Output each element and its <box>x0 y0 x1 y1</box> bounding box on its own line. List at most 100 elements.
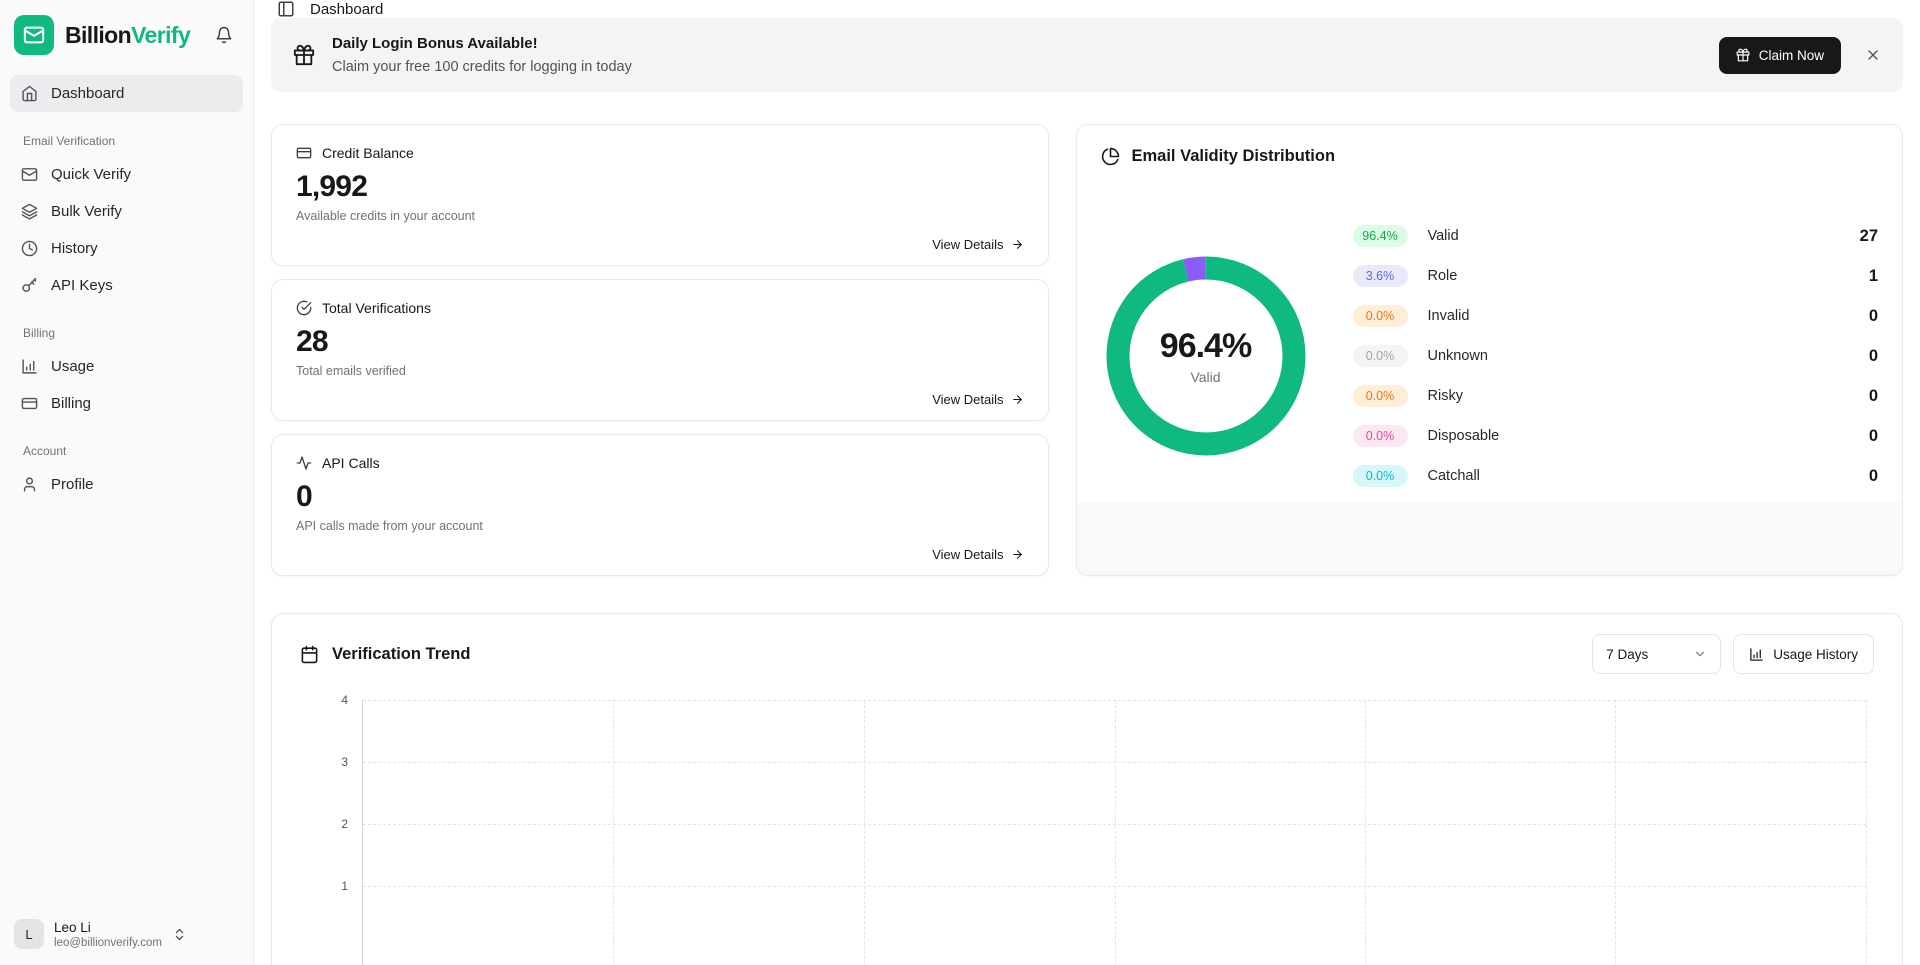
user-icon <box>21 476 38 493</box>
distribution-legend: 96.4% Valid 27 3.6% Role 1 0.0% Invalid <box>1353 216 1879 496</box>
sidebar-item-api-keys[interactable]: API Keys <box>10 267 243 304</box>
view-details-label: View Details <box>932 547 1003 562</box>
banner-subtitle: Claim your free 100 credits for logging … <box>332 59 632 75</box>
notifications-button[interactable] <box>215 26 233 44</box>
legend-row-valid: 96.4% Valid 27 <box>1353 216 1879 256</box>
breadcrumb: Dashboard <box>310 1 383 18</box>
api-calls-value: 0 <box>296 480 1024 514</box>
gridline <box>864 700 865 965</box>
legend-label: Valid <box>1428 228 1459 244</box>
total-verifications-card: Total Verifications 28 Total emails veri… <box>271 279 1049 421</box>
activity-icon <box>296 455 312 471</box>
sidebar-header: BillionVerify <box>0 0 253 65</box>
usage-history-button[interactable]: Usage History <box>1733 634 1874 674</box>
pie-chart-icon <box>1101 147 1120 166</box>
user-menu[interactable]: L Leo Li leo@billionverify.com <box>0 903 253 965</box>
sidebar-item-label: Dashboard <box>51 85 124 102</box>
sidebar-item-label: History <box>51 240 98 257</box>
stat-cards-column: Credit Balance 1,992 Available credits i… <box>271 124 1049 576</box>
trend-actions: 7 Days Usage History <box>1592 634 1874 674</box>
sidebar-item-bulk-verify[interactable]: Bulk Verify <box>10 193 243 230</box>
legend-pct-badge: 3.6% <box>1353 265 1408 287</box>
card-subtitle: API calls made from your account <box>296 519 1024 533</box>
view-details-label: View Details <box>932 392 1003 407</box>
y-axis-tick: 3 <box>300 755 348 769</box>
gridline <box>1866 700 1867 965</box>
check-circle-icon <box>296 300 312 316</box>
card-subtitle: Available credits in your account <box>296 209 1024 223</box>
card-header: Total Verifications <box>296 300 1024 316</box>
legend-row-risky: 0.0% Risky 0 <box>1353 376 1879 416</box>
sidebar-nav: Dashboard Email Verification Quick Verif… <box>0 65 253 503</box>
sidebar-item-label: Billing <box>51 395 91 412</box>
legend-count: 0 <box>1869 427 1878 446</box>
sidebar-section-billing: Billing <box>10 304 243 348</box>
legend-label: Risky <box>1428 388 1463 404</box>
content: Daily Login Bonus Available! Claim your … <box>254 18 1920 965</box>
legend-count: 1 <box>1869 267 1878 286</box>
total-verifications-value: 28 <box>296 325 1024 359</box>
sidebar-item-quick-verify[interactable]: Quick Verify <box>10 156 243 193</box>
mail-icon <box>21 166 38 183</box>
sidebar-item-history[interactable]: History <box>10 230 243 267</box>
view-details-label: View Details <box>932 237 1003 252</box>
claim-now-button[interactable]: Claim Now <box>1719 37 1841 74</box>
bar-chart-icon <box>21 358 38 375</box>
gift-icon <box>1736 48 1750 62</box>
sidebar-item-label: Bulk Verify <box>51 203 122 220</box>
gridline <box>1115 700 1116 965</box>
cards-row: Credit Balance 1,992 Available credits i… <box>271 124 1903 576</box>
legend-label: Unknown <box>1428 348 1488 364</box>
trend-line-chart: 4 3 2 1 <box>300 700 1874 950</box>
bar-chart-icon <box>1749 647 1764 662</box>
usage-history-label: Usage History <box>1773 647 1858 662</box>
banner-text: Daily Login Bonus Available! Claim your … <box>332 35 632 75</box>
card-header: API Calls <box>296 455 1024 471</box>
credit-card-icon <box>296 145 312 161</box>
y-axis-tick: 1 <box>300 879 348 893</box>
brand-name: BillionVerify <box>65 22 190 49</box>
donut-center: 96.4% Valid <box>1101 251 1311 461</box>
banner-close-button[interactable] <box>1865 47 1881 63</box>
arrow-right-icon <box>1011 238 1024 251</box>
legend-pct-badge: 0.0% <box>1353 385 1408 407</box>
sidebar-item-billing[interactable]: Billing <box>10 385 243 422</box>
banner-title: Daily Login Bonus Available! <box>332 35 632 52</box>
legend-row-role: 3.6% Role 1 <box>1353 256 1879 296</box>
legend-count: 0 <box>1869 467 1878 486</box>
legend-pct-badge: 0.0% <box>1353 345 1408 367</box>
sidebar-item-label: Usage <box>51 358 94 375</box>
topbar: Dashboard <box>254 0 1920 18</box>
card-title: Total Verifications <box>322 300 431 316</box>
arrow-right-icon <box>1011 548 1024 561</box>
trend-header: Verification Trend 7 Days Usage History <box>300 634 1874 674</box>
envelope-icon <box>23 24 45 46</box>
legend-count: 27 <box>1860 227 1878 246</box>
view-details-link[interactable]: View Details <box>932 392 1023 407</box>
gridline <box>613 700 614 965</box>
plot-area <box>362 700 1866 965</box>
bonus-banner: Daily Login Bonus Available! Claim your … <box>271 18 1903 92</box>
sidebar-item-label: Quick Verify <box>51 166 131 183</box>
view-details-link[interactable]: View Details <box>932 547 1023 562</box>
credit-balance-value: 1,992 <box>296 170 1024 204</box>
validity-donut-chart: 96.4% Valid <box>1101 251 1311 461</box>
sidebar-item-usage[interactable]: Usage <box>10 348 243 385</box>
distribution-body: 96.4% Valid 96.4% Valid 27 3.6% Role <box>1101 216 1879 496</box>
card-title: API Calls <box>322 455 380 471</box>
sidebar-item-dashboard[interactable]: Dashboard <box>10 75 243 112</box>
email-validity-distribution-card: Email Validity Distribution 96.4% Valid <box>1076 124 1904 576</box>
donut-center-value: 96.4% <box>1160 327 1251 366</box>
user-meta: Leo Li leo@billionverify.com <box>54 920 162 949</box>
panel-left-icon <box>277 0 295 18</box>
legend-count: 0 <box>1869 347 1878 366</box>
brand-second: Verify <box>131 22 190 48</box>
legend-row-disposable: 0.0% Disposable 0 <box>1353 416 1879 456</box>
view-details-link[interactable]: View Details <box>932 237 1023 252</box>
bell-icon <box>215 26 233 44</box>
legend-label: Invalid <box>1428 308 1470 324</box>
date-range-value: 7 Days <box>1606 647 1648 662</box>
sidebar-toggle-button[interactable] <box>277 0 295 18</box>
date-range-select[interactable]: 7 Days <box>1592 634 1721 674</box>
sidebar-item-profile[interactable]: Profile <box>10 466 243 503</box>
